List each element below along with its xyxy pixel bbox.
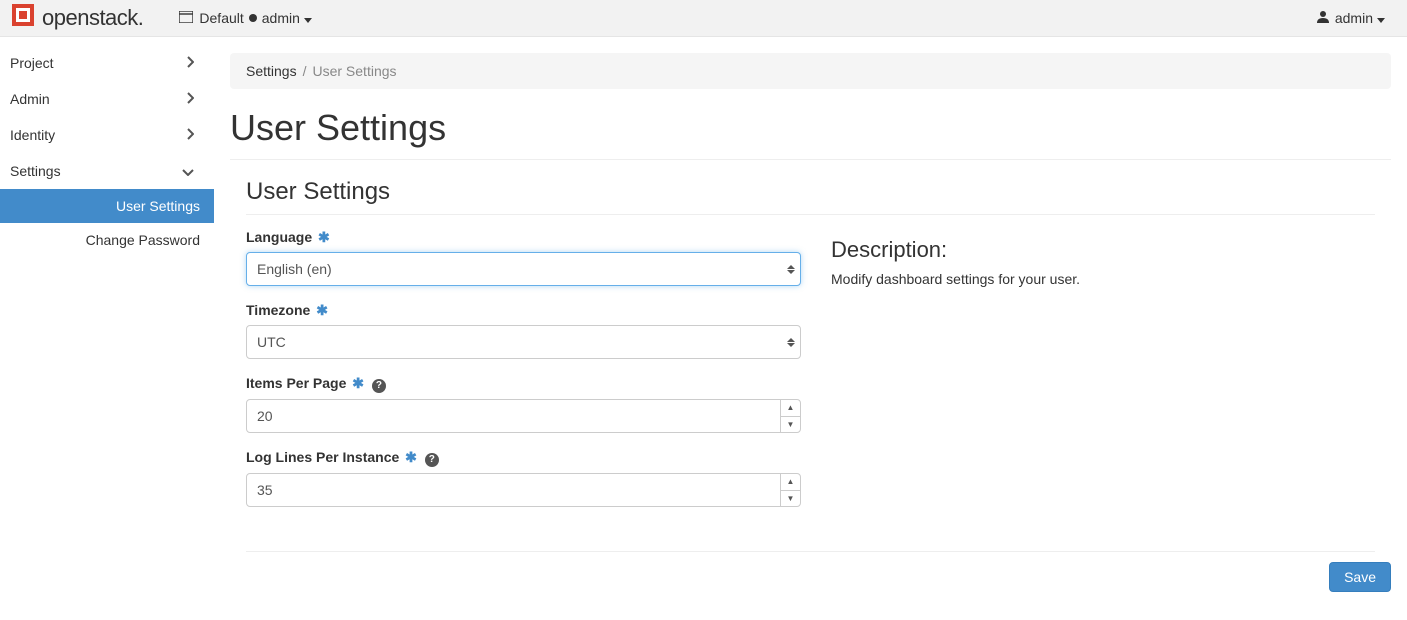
chevron-right-icon [186, 55, 194, 71]
context-selector[interactable]: Default admin [179, 10, 318, 26]
required-star-icon: ✱ [352, 375, 364, 391]
breadcrumb-current: User Settings [312, 63, 396, 79]
select-toggle-icon [782, 253, 800, 285]
step-down-button[interactable]: ▼ [781, 417, 800, 433]
sidebar-group-label: Project [10, 55, 54, 71]
horizontal-rule [230, 159, 1391, 160]
page-title: User Settings [230, 107, 1391, 149]
breadcrumb: Settings / User Settings [230, 53, 1391, 89]
log-lines-label: Log Lines Per Instance ✱ ? [246, 449, 801, 467]
log-lines-value: 35 [247, 474, 780, 506]
description-panel: Description: Modify dashboard settings f… [831, 229, 1375, 523]
chevron-down-icon [182, 163, 194, 179]
save-button[interactable]: Save [1329, 562, 1391, 592]
language-value: English (en) [247, 253, 782, 285]
required-star-icon: ✱ [405, 449, 417, 465]
user-menu[interactable]: admin [1317, 10, 1391, 26]
breadcrumb-root[interactable]: Settings [246, 63, 297, 79]
stepper-icon: ▲ ▼ [780, 400, 800, 432]
sidebar-item-label: Change Password [86, 232, 200, 248]
language-label: Language ✱ [246, 229, 801, 246]
label-text: Language [246, 229, 312, 245]
openstack-logo-icon [12, 4, 42, 32]
main: Settings / User Settings User Settings U… [214, 37, 1407, 620]
user-menu-name: admin [1335, 10, 1373, 26]
select-toggle-icon [782, 326, 800, 358]
window-icon [179, 10, 199, 26]
sidebar-item-user-settings[interactable]: User Settings [0, 189, 214, 223]
section-title: User Settings [246, 178, 1375, 206]
language-select[interactable]: English (en) [246, 252, 801, 286]
items-per-page-value: 20 [247, 400, 780, 432]
dot-separator-icon [249, 14, 257, 22]
items-per-page-input[interactable]: 20 ▲ ▼ [246, 399, 801, 433]
step-down-button[interactable]: ▼ [781, 491, 800, 507]
brand-name: openstack. [42, 5, 143, 31]
sidebar-group-project[interactable]: Project [0, 45, 214, 81]
chevron-right-icon [186, 127, 194, 143]
brand[interactable]: openstack. [0, 4, 155, 32]
timezone-select[interactable]: UTC [246, 325, 801, 359]
required-star-icon: ✱ [318, 229, 330, 245]
stepper-icon: ▲ ▼ [780, 474, 800, 506]
step-up-button[interactable]: ▲ [781, 400, 800, 417]
horizontal-rule [246, 551, 1375, 552]
context-project: admin [262, 10, 300, 26]
items-per-page-label: Items Per Page ✱ ? [246, 375, 801, 393]
form: Language ✱ English (en) [246, 229, 801, 523]
caret-down-icon [1377, 10, 1391, 26]
log-lines-input[interactable]: 35 ▲ ▼ [246, 473, 801, 507]
label-text: Log Lines Per Instance [246, 449, 399, 465]
label-text: Items Per Page [246, 375, 346, 391]
chevron-right-icon [186, 91, 194, 107]
user-icon [1317, 10, 1335, 26]
help-icon[interactable]: ? [425, 453, 439, 467]
label-text: Timezone [246, 302, 310, 318]
description-heading: Description: [831, 237, 1375, 263]
sidebar-item-label: User Settings [116, 198, 200, 214]
sidebar-group-label: Settings [10, 163, 61, 179]
breadcrumb-separator: / [303, 63, 307, 79]
description-text: Modify dashboard settings for your user. [831, 271, 1375, 287]
timezone-value: UTC [247, 326, 782, 358]
sidebar: Project Admin Identity Settings Use [0, 37, 214, 620]
sidebar-item-change-password[interactable]: Change Password [0, 223, 214, 257]
required-star-icon: ✱ [316, 302, 328, 318]
context-domain: Default [199, 10, 243, 26]
timezone-label: Timezone ✱ [246, 302, 801, 319]
sidebar-group-identity[interactable]: Identity [0, 117, 214, 153]
sidebar-group-admin[interactable]: Admin [0, 81, 214, 117]
sidebar-group-label: Admin [10, 91, 50, 107]
horizontal-rule [246, 214, 1375, 215]
help-icon[interactable]: ? [372, 379, 386, 393]
sidebar-group-settings[interactable]: Settings [0, 153, 214, 189]
sidebar-group-label: Identity [10, 127, 55, 143]
step-up-button[interactable]: ▲ [781, 474, 800, 491]
topbar: openstack. Default admin admin [0, 0, 1407, 37]
sidebar-subnav-settings: User Settings Change Password [0, 189, 214, 257]
caret-down-icon [304, 10, 318, 26]
